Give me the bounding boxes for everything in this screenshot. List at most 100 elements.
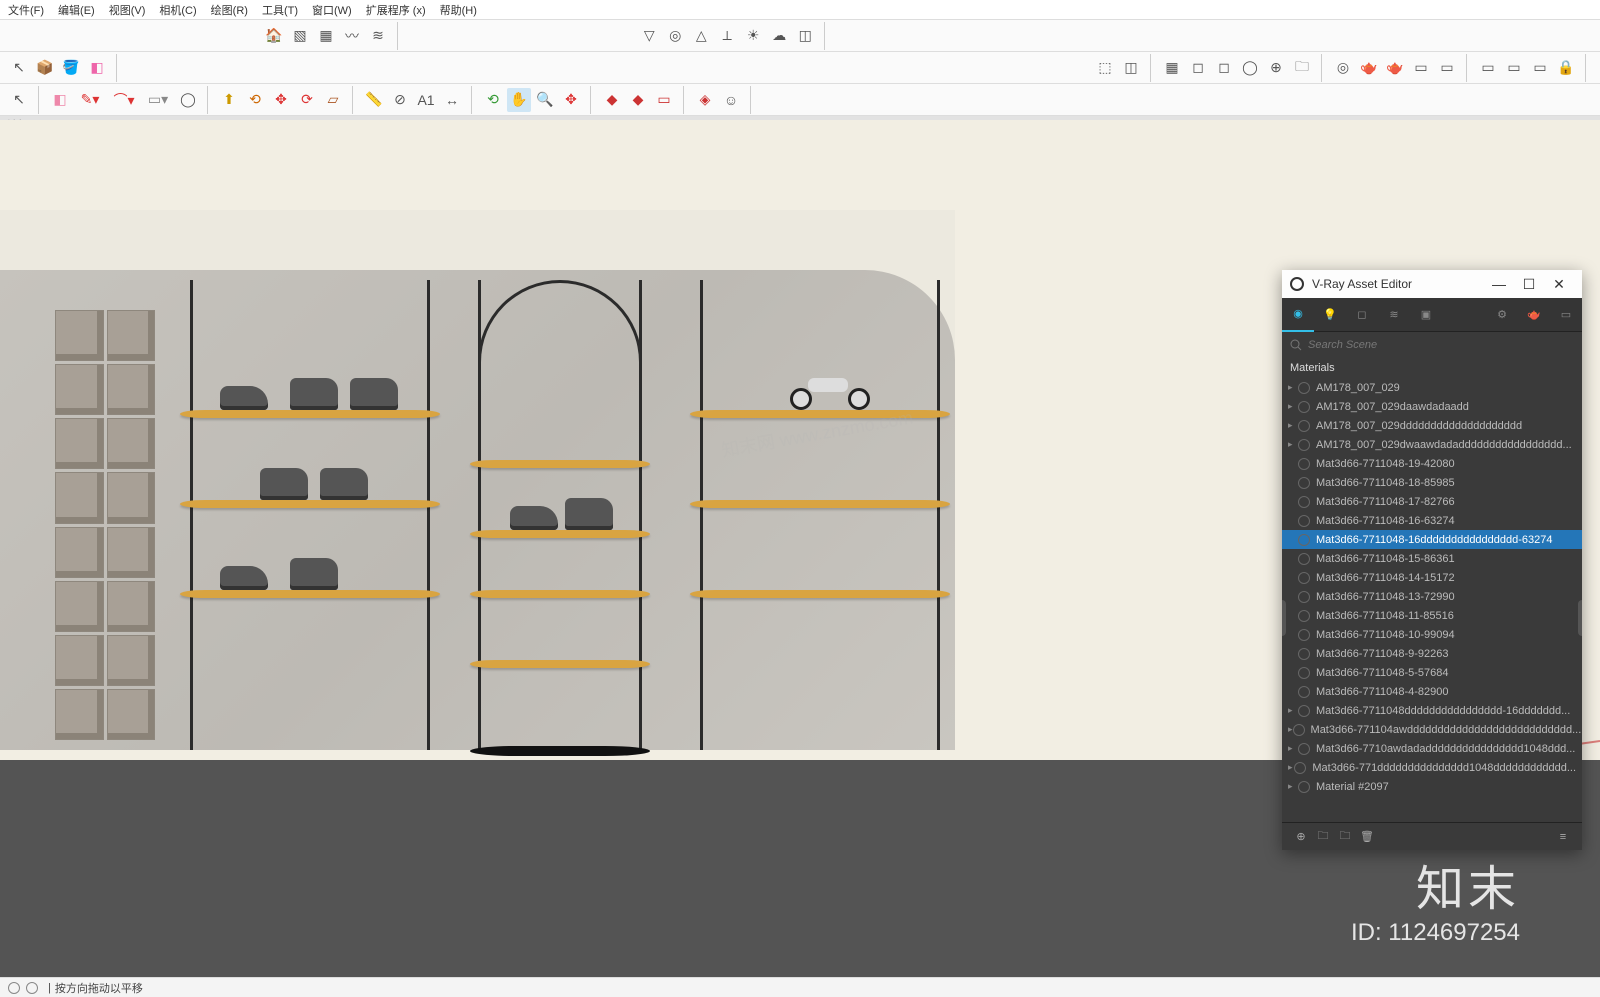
- arrow-icon[interactable]: ↖: [7, 88, 31, 112]
- zoom-ext-icon[interactable]: ✥: [559, 88, 583, 112]
- rotate-icon[interactable]: ⟳: [295, 88, 319, 112]
- sun-icon[interactable]: ☀: [741, 24, 765, 48]
- red2-icon[interactable]: ◆: [626, 88, 650, 112]
- tab-materials-icon[interactable]: ◉: [1282, 298, 1314, 332]
- style-face-icon[interactable]: 🏠: [262, 24, 286, 48]
- menu-extensions[interactable]: 扩展程序 (x): [366, 2, 426, 18]
- material-item[interactable]: Mat3d66-7711048-16-63274: [1282, 511, 1582, 530]
- purge-icon[interactable]: ≡: [1552, 826, 1574, 848]
- lasso-icon[interactable]: ◫: [1119, 56, 1143, 80]
- rect-icon[interactable]: ▭▾: [142, 88, 174, 112]
- material-item[interactable]: Mat3d66-7711048-9-92263: [1282, 644, 1582, 663]
- scroll-left-icon[interactable]: [1282, 600, 1286, 636]
- side-icon[interactable]: ⟂: [715, 24, 739, 48]
- protractor-icon[interactable]: ⊘: [388, 88, 412, 112]
- minimize-icon[interactable]: —: [1484, 276, 1514, 292]
- ruby-icon[interactable]: ◈: [693, 88, 717, 112]
- status-ind2-icon[interactable]: [26, 982, 38, 994]
- vray-titlebar[interactable]: V-Ray Asset Editor — ☐ ✕: [1282, 270, 1582, 298]
- material-item[interactable]: Mat3d66-7711048-4-82900: [1282, 682, 1582, 701]
- material-item[interactable]: Mat3d66-7711048-5-57684: [1282, 663, 1582, 682]
- eraser2-icon[interactable]: ◧: [48, 88, 72, 112]
- arc-icon[interactable]: ⌒▾: [108, 88, 140, 112]
- cube2-icon[interactable]: ◻: [1212, 56, 1236, 80]
- lock-icon[interactable]: 🔒: [1554, 56, 1578, 80]
- vray-logo-icon[interactable]: ◎: [1331, 56, 1355, 80]
- pan-icon[interactable]: ✋: [507, 88, 531, 112]
- material-item[interactable]: Mat3d66-7711048-17-82766: [1282, 492, 1582, 511]
- tab-layers-icon[interactable]: ≋: [1378, 298, 1410, 332]
- status-ind1-icon[interactable]: [8, 982, 20, 994]
- panel2-icon[interactable]: ▭: [1502, 56, 1526, 80]
- pencil-icon[interactable]: ✎▾: [74, 88, 106, 112]
- delete-icon[interactable]: 🗑: [1356, 826, 1378, 848]
- material-item[interactable]: ▸AM178_007_029: [1282, 378, 1582, 397]
- globe-icon[interactable]: ⊕: [1264, 56, 1288, 80]
- maximize-icon[interactable]: ☐: [1514, 276, 1544, 293]
- sel-all-icon[interactable]: ▦: [1160, 56, 1184, 80]
- dim-icon[interactable]: ↔: [440, 88, 464, 112]
- material-item[interactable]: ▸Material #2097: [1282, 777, 1582, 796]
- zoom-icon[interactable]: 🔍: [533, 88, 557, 112]
- cloud-icon[interactable]: ☁: [767, 24, 791, 48]
- teapot-icon[interactable]: 🫖: [1357, 56, 1381, 80]
- pushpull-icon[interactable]: ⬆: [217, 88, 241, 112]
- material-item[interactable]: ▸Mat3d66-771ddddddddddddddd1048ddddddddd…: [1282, 758, 1582, 777]
- menu-file[interactable]: 文件(F): [8, 2, 44, 18]
- menu-camera[interactable]: 相机(C): [159, 2, 196, 18]
- front-icon[interactable]: △: [689, 24, 713, 48]
- material-item[interactable]: Mat3d66-7711048-15-86361: [1282, 549, 1582, 568]
- top-icon[interactable]: ◎: [663, 24, 687, 48]
- vray-asset-editor[interactable]: V-Ray Asset Editor — ☐ ✕ ◉ 💡 ◻ ≋ ▣ ⚙ 🫖 ▭…: [1282, 270, 1582, 850]
- paint-icon[interactable]: 🪣: [59, 56, 83, 80]
- eraser-icon[interactable]: ◧: [85, 56, 109, 80]
- material-item[interactable]: ▸AM178_007_029dddddddddddddddddddd: [1282, 416, 1582, 435]
- menu-help[interactable]: 帮助(H): [440, 2, 477, 18]
- cube1-icon[interactable]: ◻: [1186, 56, 1210, 80]
- material-item[interactable]: ▸Mat3d66-771104awddddddddddddddddddddddd…: [1282, 720, 1582, 739]
- material-item[interactable]: Mat3d66-7711048-14-15172: [1282, 568, 1582, 587]
- frame-icon[interactable]: ▭: [1409, 56, 1433, 80]
- material-item[interactable]: Mat3d66-7711048-10-99094: [1282, 625, 1582, 644]
- close-icon[interactable]: ✕: [1544, 276, 1574, 293]
- material-item[interactable]: Mat3d66-7711048-13-72990: [1282, 587, 1582, 606]
- material-item[interactable]: Mat3d66-7711048-18-85985: [1282, 473, 1582, 492]
- scale-icon[interactable]: ▱: [321, 88, 345, 112]
- material-item[interactable]: ▸AM178_007_029daawdadaadd: [1282, 397, 1582, 416]
- menu-tools[interactable]: 工具(T): [262, 2, 298, 18]
- offset-icon[interactable]: ⟲: [243, 88, 267, 112]
- sphere-icon[interactable]: ◯: [1238, 56, 1262, 80]
- style-hidden-icon[interactable]: ▦: [314, 24, 338, 48]
- user-icon[interactable]: ☺: [719, 88, 743, 112]
- move-icon[interactable]: ✥: [269, 88, 293, 112]
- marquee-icon[interactable]: ⬚: [1093, 56, 1117, 80]
- panel3-icon[interactable]: ▭: [1528, 56, 1552, 80]
- component-icon[interactable]: 📦: [33, 56, 57, 80]
- menu-edit[interactable]: 编辑(E): [58, 2, 95, 18]
- red3-icon[interactable]: ▭: [652, 88, 676, 112]
- tab-settings-icon[interactable]: ⚙: [1486, 298, 1518, 332]
- red1-icon[interactable]: ◆: [600, 88, 624, 112]
- box-icon[interactable]: ◫: [793, 24, 817, 48]
- frame2-icon[interactable]: ▭: [1435, 56, 1459, 80]
- style-wire-icon[interactable]: ▧: [288, 24, 312, 48]
- teapot-rt-icon[interactable]: 🫖: [1383, 56, 1407, 80]
- orbit-icon[interactable]: ⟲: [481, 88, 505, 112]
- folder-icon[interactable]: 🗀: [1290, 56, 1314, 80]
- select-icon[interactable]: ↖: [7, 56, 31, 80]
- save-icon[interactable]: 🗀: [1334, 826, 1356, 848]
- menu-draw[interactable]: 绘图(R): [211, 2, 248, 18]
- material-item[interactable]: Mat3d66-7711048-11-85516: [1282, 606, 1582, 625]
- vray-search[interactable]: Search Scene: [1282, 332, 1582, 358]
- style-shaded-icon[interactable]: 〰: [340, 24, 364, 48]
- tab-frame-icon[interactable]: ▭: [1550, 298, 1582, 332]
- tab-lights-icon[interactable]: 💡: [1314, 298, 1346, 332]
- iso-icon[interactable]: ▽: [637, 24, 661, 48]
- scroll-right-icon[interactable]: [1578, 600, 1582, 636]
- circle-icon[interactable]: ◯: [176, 88, 200, 112]
- open-icon[interactable]: 🗀: [1312, 826, 1334, 848]
- tab-teapot-icon[interactable]: 🫖: [1518, 298, 1550, 332]
- tape-icon[interactable]: 📏: [362, 88, 386, 112]
- style-tex-icon[interactable]: ≋: [366, 24, 390, 48]
- menu-window[interactable]: 窗口(W): [312, 2, 352, 18]
